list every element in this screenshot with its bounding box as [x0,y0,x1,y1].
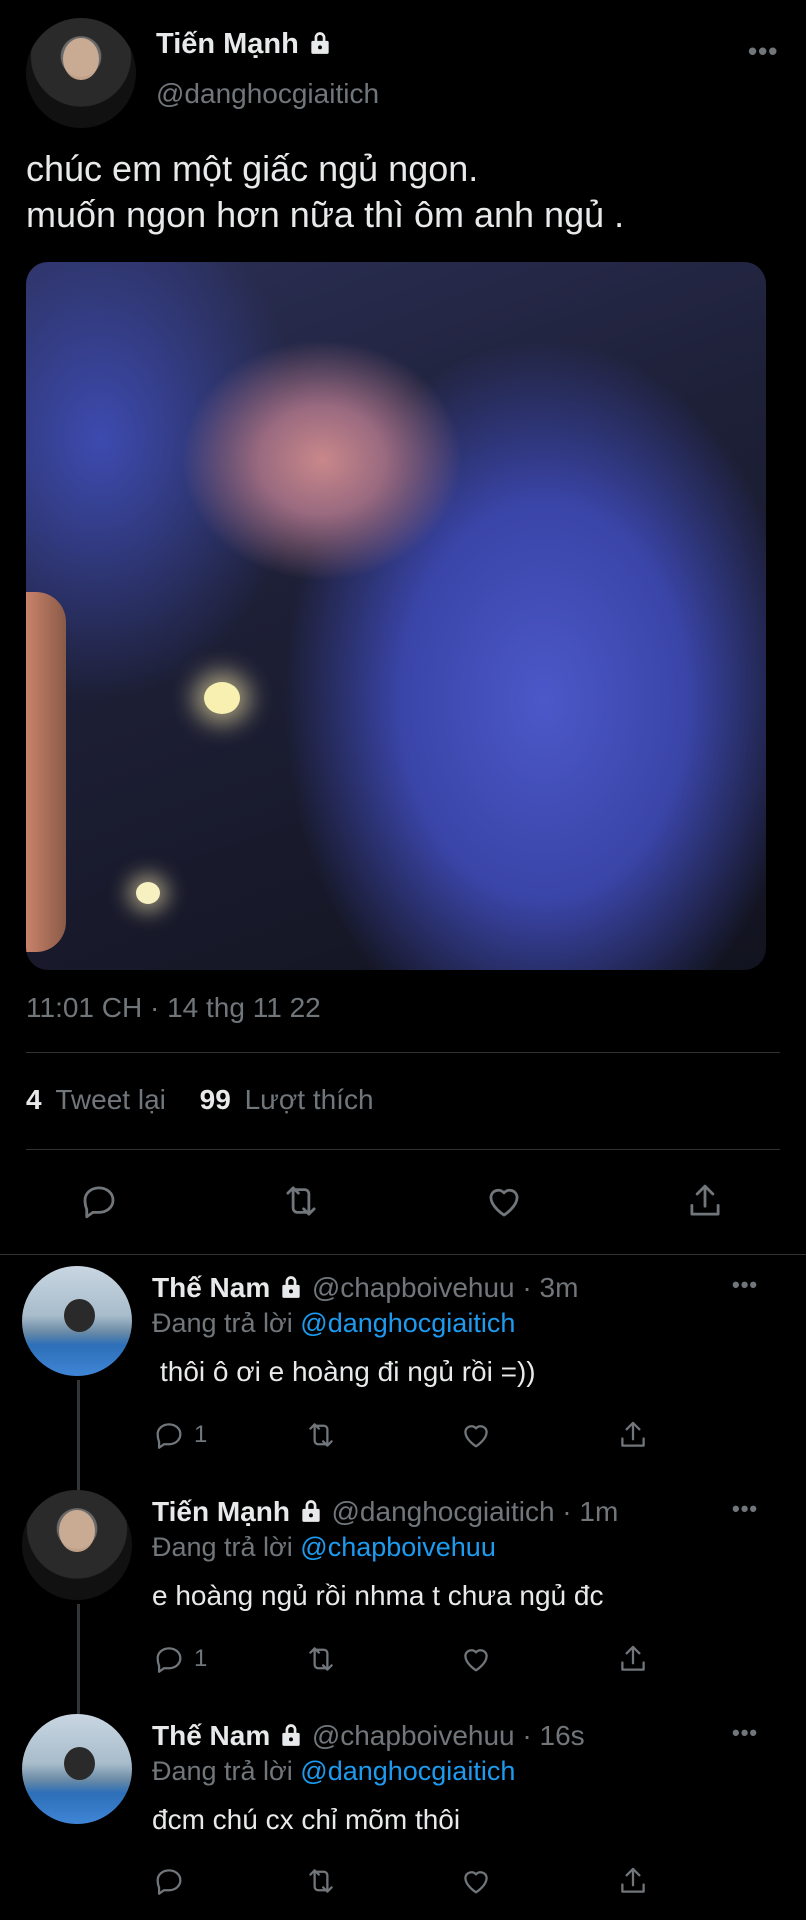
tweet-photo[interactable] [26,262,766,970]
lock-icon [307,30,333,64]
more-icon[interactable]: ••• [732,1720,758,1746]
divider [26,1149,780,1150]
retweet-button[interactable] [302,1418,340,1452]
share-icon [621,1421,645,1447]
reply-button[interactable] [78,1180,120,1222]
like-button[interactable] [458,1418,494,1452]
retweet-button[interactable] [278,1180,324,1222]
like-button[interactable] [482,1180,526,1222]
share-icon [621,1645,645,1671]
thread-line [77,1380,80,1490]
reply-avatar[interactable] [22,1714,132,1824]
tweet-text-line-2: muốn ngon hơn nữa thì ôm anh ngủ . [26,194,625,235]
reply-button[interactable] [152,1864,194,1898]
heart-icon [464,1649,488,1672]
tweet-text: chúc em một giấc ngủ ngon. muốn ngon hơn… [26,146,624,238]
share-icon [621,1867,645,1893]
share-button[interactable] [616,1864,650,1898]
reply-header: Thế Nam @chapboivehuu · 16s [152,1720,585,1755]
reply-icon [83,1186,115,1219]
lock-icon [278,1274,304,1307]
reply-header: Tiến Mạnh @danghocgiaitich · 1m [152,1496,618,1531]
more-icon[interactable]: ••• [732,1272,758,1298]
replying-to: Đang trả lời @chapboivehuu [152,1532,496,1562]
reply-icon [156,1647,182,1673]
retweet-button[interactable] [302,1864,340,1898]
like-stat[interactable]: 99 Lượt thích [200,1084,374,1115]
replying-to: Đang trả lời @danghocgiaitich [152,1308,516,1338]
divider [26,1052,780,1053]
heart-icon [464,1425,488,1448]
retweet-button[interactable] [302,1642,340,1676]
more-icon[interactable]: ••• [748,36,778,67]
reply-avatar[interactable] [22,1266,132,1376]
heart-icon [464,1871,488,1894]
retweet-icon [309,1423,333,1447]
share-button[interactable] [684,1180,726,1222]
reply-header: Thế Nam @chapboivehuu · 3m [152,1272,578,1307]
more-icon[interactable]: ••• [732,1496,758,1522]
tweet-text-line-1: chúc em một giấc ngủ ngon. [26,148,479,189]
divider [0,1254,806,1255]
like-button[interactable] [458,1642,494,1676]
share-button[interactable] [616,1642,650,1676]
share-button[interactable] [616,1418,650,1452]
author-name[interactable]: Tiến Mạnh [156,28,333,64]
lock-icon [298,1498,324,1531]
thread-line [77,1604,80,1714]
like-button[interactable] [458,1864,494,1898]
retweet-icon [309,1647,333,1671]
replying-to: Đang trả lời @danghocgiaitich [152,1756,516,1786]
retweet-icon [286,1186,316,1216]
heart-icon [489,1188,519,1217]
reply-text: e hoàng ngủ rồi nhma t chưa ngủ đc [152,1580,604,1611]
reply-button[interactable]: 1 [152,1642,207,1676]
author-avatar[interactable] [26,18,136,128]
reply-text: đcm chú cx chỉ mõm thôi [152,1804,461,1835]
retweet-icon [309,1869,333,1893]
lock-icon [278,1722,304,1755]
reply-icon [156,1423,182,1449]
reply-icon [156,1869,182,1895]
reply-text: thôi ô ơi e hoàng đi ngủ rồi =)) [160,1356,536,1387]
retweet-stat[interactable]: 4 Tweet lại [26,1084,174,1115]
tweet-stats: 4 Tweet lại 99 Lượt thích [26,1084,374,1116]
tweet-timestamp[interactable]: 11:01 CH · 14 thg 11 22 [26,992,321,1024]
share-icon [690,1184,720,1216]
reply-avatar[interactable] [22,1490,132,1600]
author-handle[interactable]: @danghocgiaitich [156,78,379,110]
reply-button[interactable]: 1 [152,1418,207,1452]
